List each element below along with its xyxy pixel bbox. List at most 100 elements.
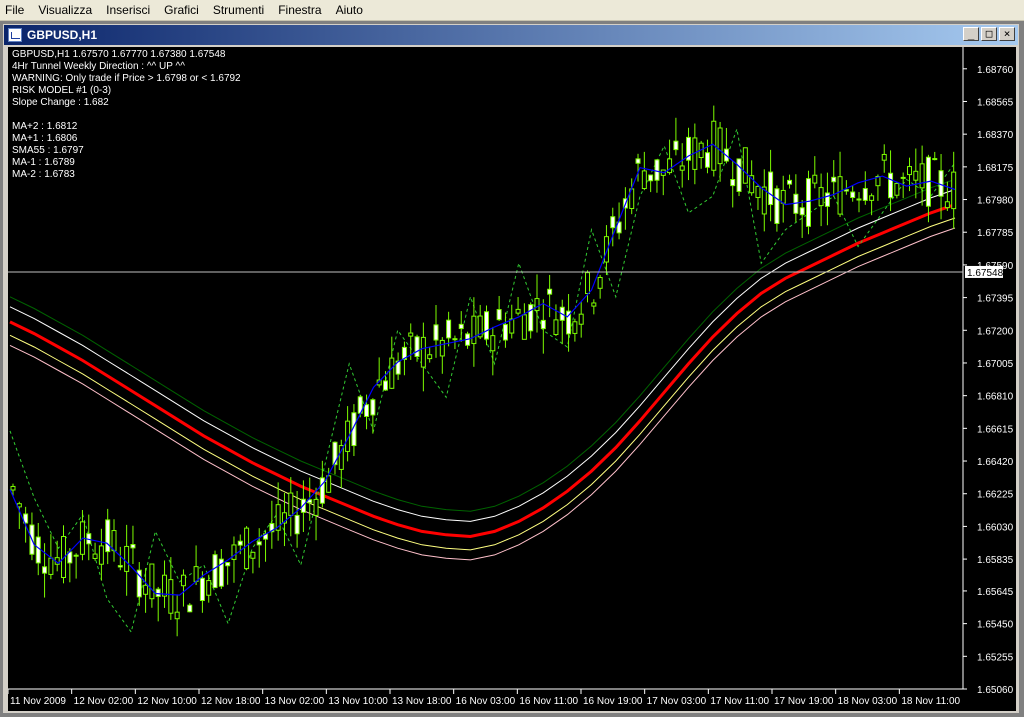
candle-body (408, 332, 414, 337)
candle-body (534, 298, 540, 312)
candle-body (850, 191, 856, 199)
menu-file[interactable]: File (0, 0, 32, 20)
price-tick-label: 1.68370 (977, 130, 1014, 141)
candle-body (572, 321, 578, 334)
candle-body (168, 579, 174, 614)
candle-body (130, 544, 136, 549)
time-tick-label: 18 Nov 11:00 (901, 696, 960, 707)
time-tick-label: 11 Nov 2009 (10, 696, 66, 707)
candle-body (812, 174, 818, 184)
candle-body (212, 554, 218, 589)
menu-grafici[interactable]: Grafici (158, 0, 207, 20)
price-tick-label: 1.68175 (977, 163, 1014, 174)
info-line: RISK MODEL #1 (0-3) (12, 85, 112, 96)
candle-body (420, 336, 426, 368)
price-tick-label: 1.67200 (977, 326, 1014, 337)
menu-visualizza[interactable]: Visualizza (32, 0, 100, 20)
candle-body (635, 158, 641, 164)
candle-body (193, 566, 199, 582)
candle-body (509, 318, 515, 334)
candle-body (597, 276, 603, 289)
candle-body (736, 158, 742, 192)
candle-body (313, 498, 319, 516)
candle-body (111, 530, 117, 552)
candle-body (881, 153, 887, 161)
candle-body (521, 314, 527, 340)
candle-body (906, 166, 912, 176)
candle-body (35, 536, 41, 564)
candle-body (471, 315, 477, 345)
candle-body (187, 604, 193, 613)
price-tick-label: 1.66030 (977, 522, 1014, 533)
candle-body (199, 577, 205, 602)
candle-body (704, 152, 710, 168)
menu-inserisci[interactable]: Inserisci (100, 0, 158, 20)
time-tick-label: 18 Nov 03:00 (838, 696, 898, 707)
info-line: GBPUSD,H1 1.67570 1.67770 1.67380 1.6754… (12, 49, 226, 60)
candle-body (458, 323, 464, 330)
candle-body (364, 404, 370, 417)
candle-body (900, 176, 906, 179)
price-tick-label: 1.65450 (977, 620, 1014, 631)
candle-body (913, 170, 919, 181)
time-tick-label: 13 Nov 10:00 (328, 696, 388, 707)
candle-body (888, 172, 894, 199)
candle-body (547, 288, 553, 295)
time-tick-label: 16 Nov 11:00 (519, 696, 578, 707)
candle-body (919, 163, 925, 189)
menu-bar: File Visualizza Inserisci Grafici Strumenti F… (0, 0, 1024, 21)
price-tick-label: 1.67395 (977, 294, 1014, 305)
menu-finestra[interactable]: Finestra (272, 0, 329, 20)
candle-body (414, 336, 420, 357)
price-tick-label: 1.67005 (977, 359, 1014, 370)
time-tick-label: 13 Nov 18:00 (392, 696, 452, 707)
time-tick-label: 12 Nov 18:00 (201, 696, 261, 707)
candle-body (641, 170, 647, 190)
menu-strumenti[interactable]: Strumenti (207, 0, 272, 20)
chart-window-titlebar[interactable]: GBPUSD,H1 _ □ × (4, 25, 1018, 45)
candle-body (237, 540, 243, 546)
minimize-button[interactable]: _ (963, 27, 979, 41)
candle-body (124, 545, 130, 572)
ma-minus1-line (9, 217, 956, 551)
ma-plus2-line (9, 178, 956, 512)
price-tick-label: 1.66615 (977, 424, 1014, 435)
menu-aiuto[interactable]: Aiuto (330, 0, 371, 20)
close-button[interactable]: × (999, 27, 1015, 41)
candle-body (452, 338, 458, 341)
info-line: 4Hr Tunnel Weekly Direction : ^^ UP ^^ (12, 61, 185, 72)
candle-body (654, 159, 660, 181)
chart-canvas[interactable]: 1.68760 1.68565 1.68370 1.68175 1.67980 1.677… (8, 47, 1016, 711)
candle-body (105, 519, 111, 553)
candle-body (98, 545, 104, 565)
candle-body (496, 309, 502, 321)
time-tick-label: 17 Nov 11:00 (710, 696, 769, 707)
candle-body (768, 171, 774, 206)
maximize-button[interactable]: □ (981, 27, 997, 41)
candle-body (528, 304, 534, 332)
candle-body (755, 185, 761, 199)
candle-body (578, 313, 584, 325)
ma-blue-line (9, 143, 956, 596)
candle-body (382, 380, 388, 391)
price-chart[interactable]: 1.68760 1.68565 1.68370 1.68175 1.67980 1.677… (8, 47, 1016, 711)
candle-body (717, 127, 723, 165)
candle-body (818, 187, 824, 207)
candle-body (843, 189, 849, 192)
candle-body (869, 195, 875, 201)
candle-body (730, 179, 736, 187)
price-tick-label: 1.68565 (977, 97, 1014, 108)
candle-body (894, 182, 900, 196)
price-tick-label: 1.67980 (977, 196, 1014, 207)
info-line: MA+1 : 1.6806 (12, 133, 78, 144)
candle-body (326, 475, 332, 493)
dashed-ma-line (9, 127, 956, 634)
time-tick-label: 16 Nov 03:00 (456, 696, 516, 707)
candle-body (256, 541, 262, 546)
candle-body (294, 514, 300, 535)
sma55-line (9, 203, 956, 539)
chart-window[interactable]: GBPUSD,H1 _ □ × 1.68760 1.68565 1.68370 1.6… (2, 23, 1020, 714)
time-tick-label: 16 Nov 19:00 (583, 696, 643, 707)
candle-body (515, 308, 521, 314)
candle-body (673, 140, 679, 151)
